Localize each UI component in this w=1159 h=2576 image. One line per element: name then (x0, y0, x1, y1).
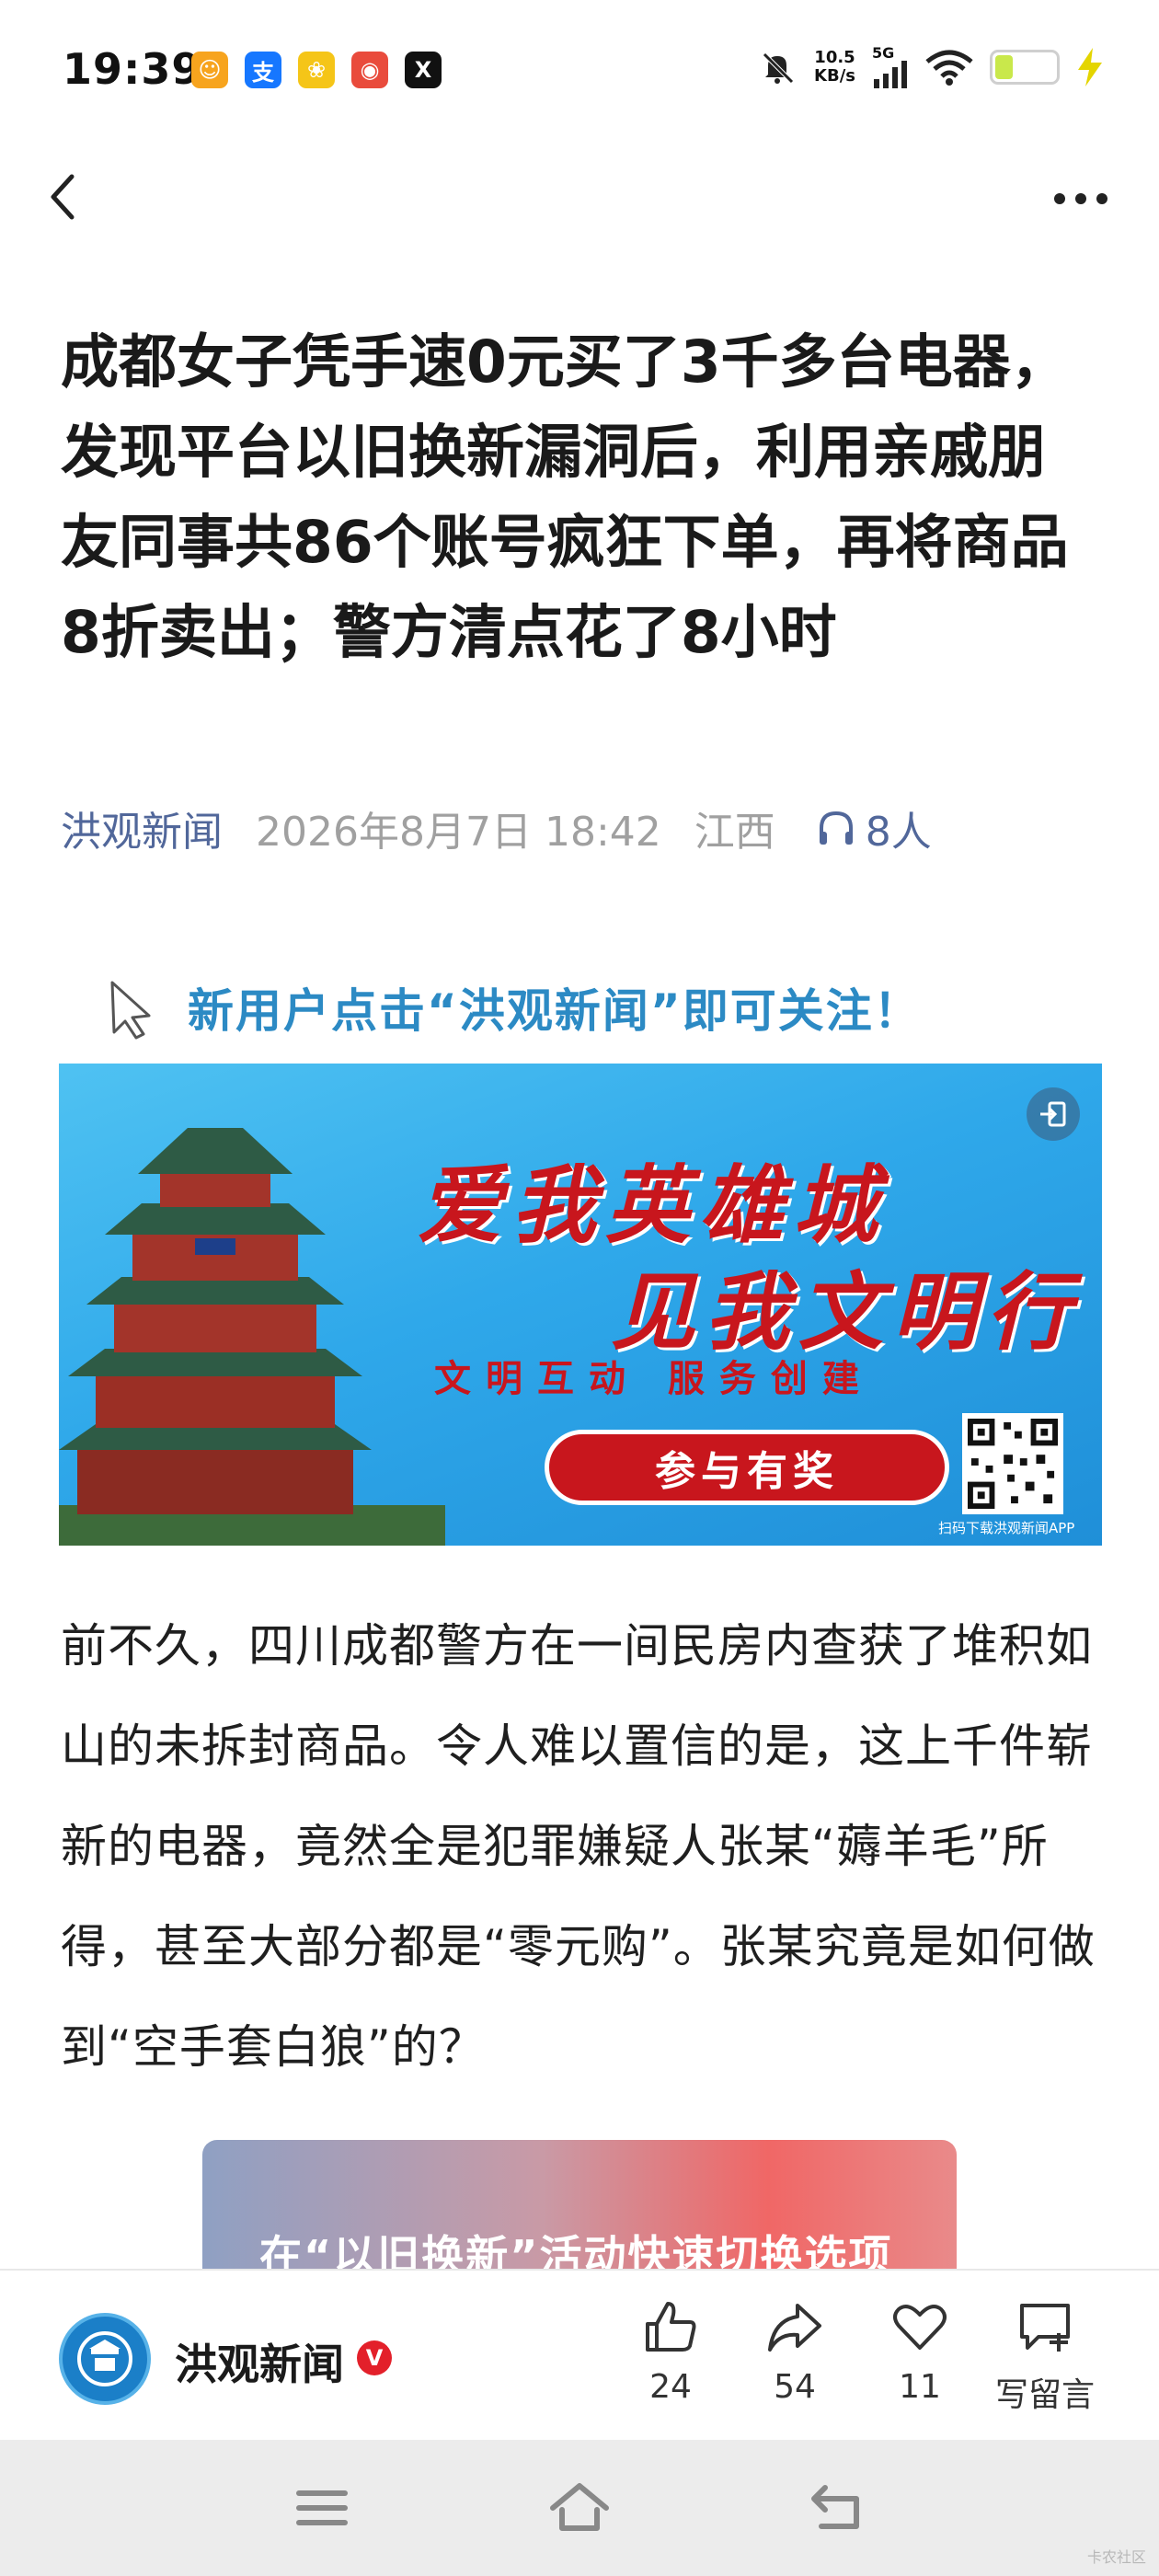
comment-label: 写留言 (994, 2376, 1095, 2414)
article-title: 成都女子凭手速0元买了3千多台电器，发现平台以旧换新漏洞后，利用亲戚朋友同事共8… (61, 328, 1069, 666)
verified-badge: V (357, 2340, 392, 2375)
more-options-icon[interactable] (1049, 180, 1113, 217)
share-count: 54 (774, 2368, 816, 2406)
share-arrow-icon (768, 2304, 821, 2352)
banner-join-button[interactable]: 参与有奖 (545, 1430, 949, 1505)
alipay-app-icon: 支 (245, 52, 281, 88)
article-meta: 洪观新闻 2026年8月7日 18:42 江西 8人 (61, 800, 932, 856)
network-speed: 10.5 KB/s (814, 49, 855, 86)
favorite-count: 11 (899, 2368, 941, 2406)
system-status-icons: 10.5 KB/s 5G (757, 46, 1104, 88)
banner-slogan-line1: 爱我英雄城 (418, 1156, 888, 1255)
share-button[interactable]: 54 (735, 2296, 855, 2425)
maps-app-icon: ◉ (351, 52, 388, 88)
favorite-button[interactable]: 11 (860, 2296, 980, 2425)
follow-hint[interactable]: 新用户点击“洪观新闻”即可关注！ (103, 957, 1078, 1058)
accessibility-app-icon: ☺ (191, 52, 228, 88)
qr-code-icon (962, 1413, 1063, 1514)
battery-level (995, 55, 1013, 79)
cartoon-app-icon: ❀ (298, 52, 335, 88)
article-inline-image[interactable]: 在“以旧换新”活动快速切换选项 (202, 2140, 957, 2269)
article-nav-bar (0, 156, 1159, 239)
article-date: 2026年8月7日 18:42 (256, 809, 661, 856)
back-gesture-icon[interactable] (805, 2480, 869, 2536)
status-bar: 19:39 ☺ 支 ❀ ◉ X 10.5 KB/s 5G (0, 0, 1159, 138)
tengwang-pavilion-image (59, 1128, 445, 1546)
battery-icon (990, 50, 1060, 85)
article-region: 江西 (694, 809, 775, 856)
article-source-link[interactable]: 洪观新闻 (61, 799, 223, 857)
pointer-cursor-icon (110, 981, 151, 1040)
account-name[interactable]: 洪观新闻 (175, 2331, 344, 2392)
mute-bell-icon (763, 52, 794, 84)
wifi-icon (925, 50, 973, 86)
article-body-paragraph: 前不久，四川成都警方在一间民房内查获了堆积如山的未拆封商品。令人难以置信的是，这… (61, 1619, 1096, 2074)
heart-icon (893, 2305, 947, 2350)
cellular-signal: 5G (872, 46, 909, 88)
charging-bolt-icon (1078, 48, 1102, 86)
bottom-action-bar: 洪观新闻 V 24 54 11 写留言 (0, 2269, 1159, 2440)
listener-count: 8人 (865, 809, 932, 856)
menu-icon[interactable] (290, 2480, 354, 2536)
back-arrow-icon[interactable] (37, 169, 92, 224)
promo-banner[interactable]: 爱我英雄城 见我文明行 文明互动 服务创建 参与有奖 扫码下载洪观新闻APP (59, 1064, 1102, 1546)
banner-subtitle: 文明互动 服务创建 (434, 1358, 874, 1400)
add-comment-icon (1020, 2304, 1070, 2352)
watermark: 卡农社区 (1086, 2548, 1146, 2566)
follow-hint-text: 新用户点击“洪观新闻”即可关注！ (188, 984, 922, 1038)
notification-app-icons: ☺ 支 ❀ ◉ X (191, 52, 442, 88)
signal-bars-icon (874, 61, 907, 88)
news-logo-icon (77, 2331, 132, 2386)
like-button[interactable]: 24 (611, 2296, 730, 2425)
home-icon[interactable] (547, 2480, 612, 2536)
status-time: 19:39 (63, 44, 202, 94)
x-app-icon: X (405, 52, 442, 88)
like-count: 24 (649, 2368, 692, 2406)
account-avatar[interactable] (59, 2313, 151, 2405)
inline-image-caption: 在“以旧换新”活动快速切换选项 (259, 2231, 893, 2269)
network-speed-value: 10.5 (814, 48, 855, 67)
network-speed-unit: KB/s (814, 66, 855, 86)
network-type: 5G (872, 44, 895, 62)
qr-caption: 扫码下载洪观新闻APP (938, 1520, 1075, 1536)
comment-button[interactable]: 写留言 (985, 2296, 1105, 2425)
system-navigation-bar: 卡农社区 (0, 2440, 1159, 2576)
thumbs-up-icon (646, 2302, 696, 2352)
headphones-icon (819, 811, 853, 845)
listen-button[interactable]: 8人 (816, 799, 932, 857)
banner-external-link-icon[interactable] (1027, 1087, 1080, 1141)
